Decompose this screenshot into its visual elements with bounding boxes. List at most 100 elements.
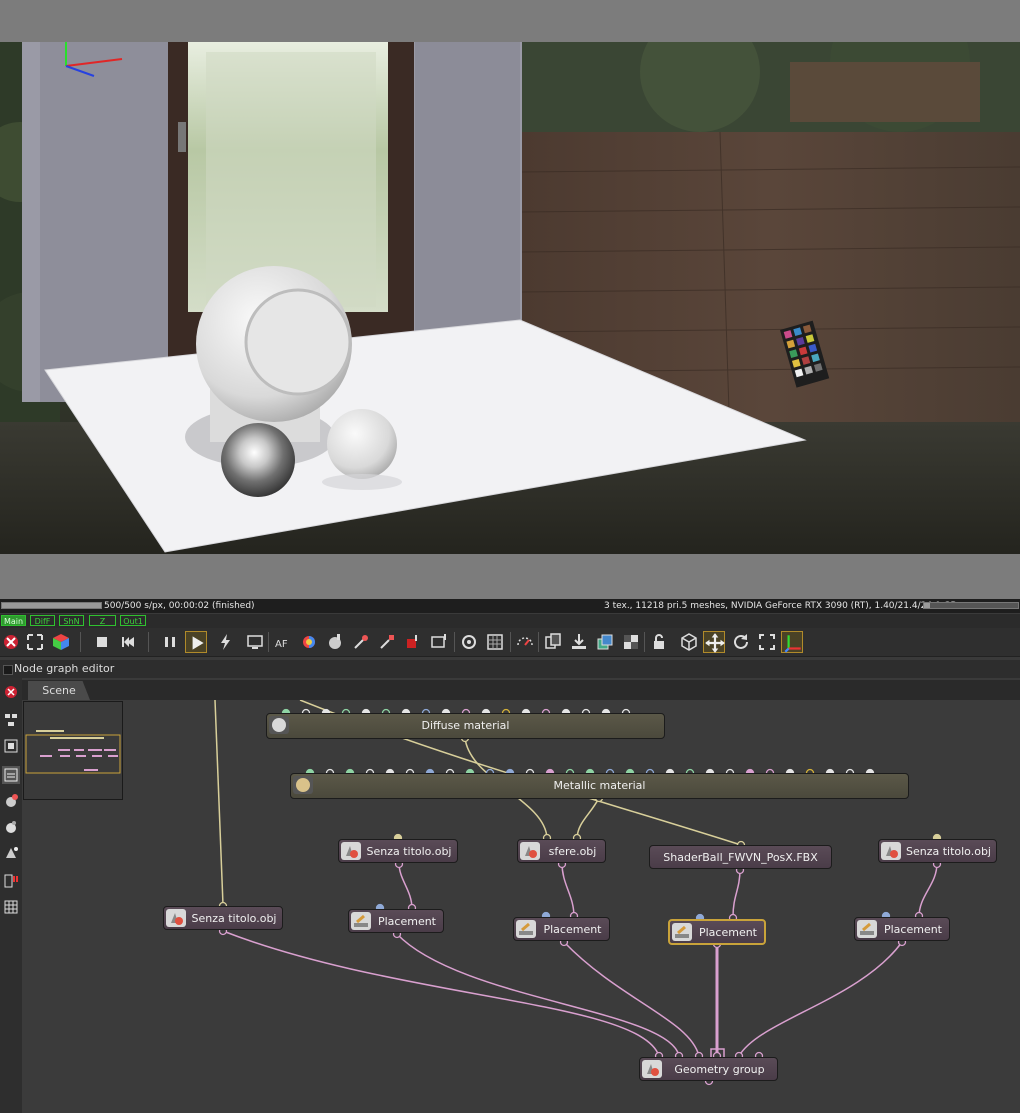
fit-graph-icon[interactable] [2,737,20,755]
tab-scene[interactable]: Scene [28,681,90,700]
mesh-icon [881,842,901,860]
node-diffuse-material[interactable]: Diffuse material [266,713,665,739]
node-placement-2[interactable]: Placement [513,917,610,941]
pass-z-button[interactable]: Z [89,615,116,626]
color-picker-icon[interactable] [298,631,320,653]
node-shaderball-fbx[interactable]: ShaderBall_FWVN_PosX.FBX [649,845,832,869]
render-status-text: 500/500 s/px, 00:00:02 (finished) [104,601,255,611]
node-metallic-material[interactable]: Metallic material [290,773,909,799]
camera-lens-icon[interactable] [458,631,480,653]
add-material-icon[interactable] [2,792,20,810]
screen-icon[interactable] [244,631,266,653]
dial-icon[interactable] [514,631,536,653]
node-pins [218,708,942,1086]
node-graph-tabbar [22,680,1020,700]
layers-icon[interactable] [594,631,616,653]
graph-layout-icon[interactable] [2,766,20,784]
node-graph-sidebar [0,678,22,1113]
restart-icon[interactable] [117,631,139,653]
status-bar: 500/500 s/px, 00:00:02 (finished) 3 tex.… [0,599,1020,613]
object-pick-icon[interactable] [376,631,398,653]
toolbar-separator [538,632,539,652]
render-image [0,42,1020,554]
memory-usage-fill [924,603,930,608]
diffuse-sphere-icon [269,716,289,734]
add-texture-icon[interactable] [2,844,20,862]
export-icon[interactable] [568,631,590,653]
placement-icon [672,923,692,941]
table-view-icon[interactable] [2,898,20,916]
toolbar-separator [148,632,149,652]
rotate-icon[interactable] [730,631,752,653]
gizmo-icon[interactable] [781,631,803,653]
toolbar-separator [454,632,455,652]
mesh-icon [341,842,361,860]
white-balance-icon[interactable] [402,631,424,653]
focus-picker-icon[interactable] [428,631,450,653]
pass-shn-button[interactable]: ShN [59,615,84,626]
pass-diff-button[interactable]: DifF [30,615,55,626]
pass-out1-button[interactable]: Out1 [120,615,146,626]
graph-minimap[interactable] [23,701,123,800]
link-sfere-placement2 [561,862,575,918]
toolbar-separator [80,632,81,652]
af-icon[interactable]: AF [272,631,294,653]
node-graph-title: Node graph editor [14,662,115,675]
viewport-bottom-margin [0,554,1020,599]
render-toolbar: AF [0,628,1020,657]
link-senza1-placement1 [398,862,413,910]
lock-icon[interactable] [648,631,670,653]
clear-graph-icon[interactable] [2,683,20,701]
node-sfere-obj[interactable]: sfere.obj [517,839,606,863]
node-senza-titolo-obj-1[interactable]: Senza titolo.obj [338,839,458,863]
panel-checkbox[interactable] [3,665,13,675]
node-placement-3[interactable]: Placement [668,919,766,945]
placement-icon [857,920,877,938]
lightning-icon[interactable] [215,631,237,653]
material-picker-icon[interactable] [324,631,346,653]
play-icon[interactable] [185,631,207,653]
node-placement-4[interactable]: Placement [854,917,950,941]
mesh-icon [166,909,186,927]
node-geometry-group[interactable]: Geometry group [639,1057,778,1081]
move-icon[interactable] [703,631,725,653]
pause-icon[interactable] [159,631,181,653]
scene-stats-text: 3 tex., 11218 pri.5 meshes, NVIDIA GeFor… [604,601,957,611]
node-senza-titolo-obj-2[interactable]: Senza titolo.obj [163,906,283,930]
box-icon[interactable] [678,631,700,653]
add-sphere-icon[interactable] [2,818,20,836]
stop-icon[interactable] [91,631,113,653]
clear-icon[interactable] [0,631,22,653]
pick-icon[interactable] [350,631,372,653]
mesh-icon [520,842,540,860]
cube-color-icon[interactable] [50,631,72,653]
checker-icon[interactable] [620,631,642,653]
viewport-top-margin [0,0,1020,42]
node-label: Diffuse material [421,719,510,732]
node-inspector-icon[interactable] [2,872,20,890]
metallic-sphere-icon [293,776,313,794]
toolbar-separator [644,632,645,652]
axis-gizmo-icon [65,42,123,77]
render-progress-bar [1,602,102,609]
grid-icon[interactable] [484,631,506,653]
fullscreen-icon[interactable] [756,631,778,653]
link-placement4-group [738,941,903,1057]
memory-usage-bar [923,602,1019,609]
node-senza-titolo-obj-3[interactable]: Senza titolo.obj [878,839,997,863]
link-placement1-group [396,933,680,1057]
toolbar-separator [510,632,511,652]
geometry-group-icon [642,1060,662,1078]
link-placement2-group [563,941,700,1057]
fit-icon[interactable] [24,631,46,653]
node-label: Metallic material [553,779,646,792]
node-graph-header: Node graph editor [0,660,1020,678]
arrange-nodes-icon[interactable] [2,711,20,729]
render-viewport[interactable] [0,42,1020,554]
pass-main-button[interactable]: Main [1,615,26,626]
node-placement-1[interactable]: Placement [348,909,444,933]
toolbar-separator [268,632,269,652]
minimap-viewport [25,734,121,774]
node-label: ShaderBall_FWVN_PosX.FBX [663,851,818,864]
copy-icon[interactable] [542,631,564,653]
